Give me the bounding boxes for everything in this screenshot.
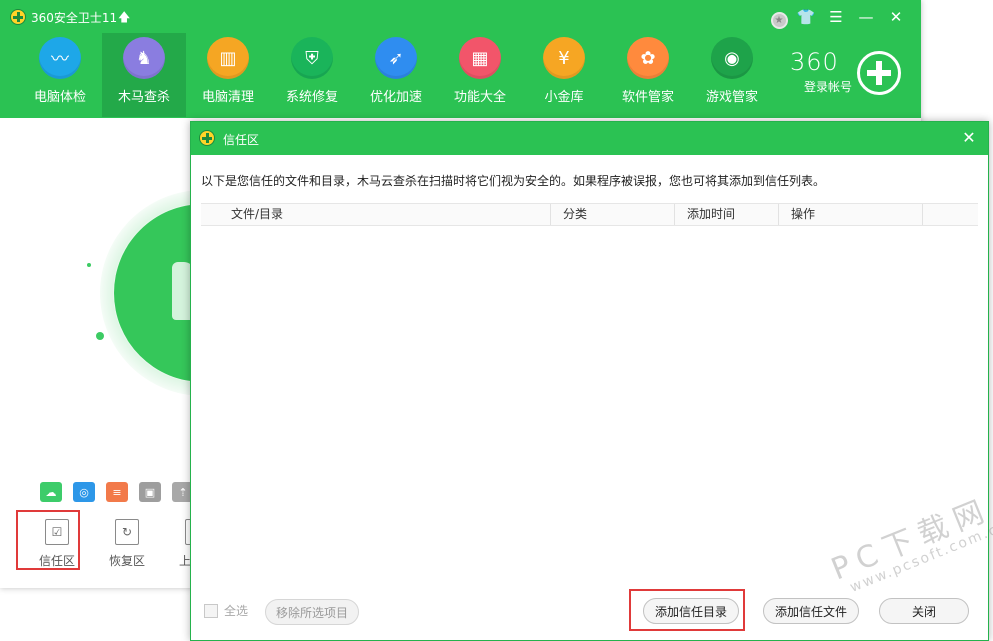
close-button[interactable]: ✕ bbox=[883, 4, 909, 30]
login-area[interactable]: 360 登录帐号 bbox=[790, 48, 860, 95]
restore-icon: ↻ bbox=[115, 519, 139, 545]
nav-label: 木马查杀 bbox=[117, 90, 170, 105]
gamepad-icon: ◉ bbox=[711, 37, 753, 79]
top-bar: 360安全卫士11 🡅 ★ 👕 ☰ — ✕ 〰 电脑体检 ♞ 木马查杀 ▥ 电脑… bbox=[0, 0, 921, 118]
sync-icon[interactable]: ◎ bbox=[73, 482, 95, 502]
remove-selected-button[interactable]: 移除所选项目 bbox=[265, 599, 359, 625]
skin-icon[interactable]: 👕 bbox=[793, 4, 819, 30]
nav-item-checkup[interactable]: 〰 电脑体检 bbox=[18, 33, 102, 117]
main-nav: 〰 电脑体检 ♞ 木马查杀 ▥ 电脑清理 ⛨ 系统修复 ➶ 优化加速 ▦ 功能大… bbox=[18, 33, 774, 117]
shield-icon: ⛨ bbox=[291, 37, 333, 79]
table-header: 文件/目录 分类 添加时间 操作 bbox=[201, 203, 978, 226]
nav-label: 游戏管家 bbox=[705, 90, 758, 105]
column-header-action[interactable]: 操作 bbox=[779, 204, 923, 225]
nav-label: 软件管家 bbox=[621, 90, 674, 105]
nav-item-cleanup[interactable]: ▥ 电脑清理 bbox=[186, 33, 270, 117]
minimize-button[interactable]: — bbox=[853, 4, 879, 30]
column-header-category[interactable]: 分类 bbox=[551, 204, 675, 225]
nav-label: 小金库 bbox=[544, 90, 584, 105]
nav-item-repair[interactable]: ⛨ 系统修复 bbox=[270, 33, 354, 117]
money-bag-icon: ¥ bbox=[543, 37, 585, 79]
medal-icon[interactable]: ★ bbox=[769, 5, 789, 29]
menu-icon[interactable]: ☰ bbox=[823, 4, 849, 30]
decor-dot bbox=[96, 332, 104, 340]
highlight-add-dir bbox=[629, 589, 745, 631]
grid-icon: ▦ bbox=[459, 37, 501, 79]
horse-icon: ♞ bbox=[123, 37, 165, 79]
select-all[interactable]: 全选 bbox=[204, 602, 248, 619]
app-logo-icon bbox=[10, 9, 26, 25]
broom-icon: ▥ bbox=[207, 37, 249, 79]
nav-item-software[interactable]: ✿ 软件管家 bbox=[606, 33, 690, 117]
nav-item-features[interactable]: ▦ 功能大全 bbox=[438, 33, 522, 117]
dialog-title: 信任区 bbox=[223, 133, 260, 147]
list-icon[interactable]: ≡ bbox=[106, 482, 128, 502]
select-all-checkbox[interactable] bbox=[204, 603, 218, 618]
dialog-titlebar: 信任区 ✕ bbox=[191, 122, 988, 155]
select-all-label: 全选 bbox=[224, 604, 249, 618]
tool-restore[interactable]: ↻ 恢复区 bbox=[92, 519, 162, 569]
column-header-file[interactable]: 文件/目录 bbox=[201, 204, 551, 225]
dialog-description: 以下是您信任的文件和目录，木马云查杀在扫描时将它们视为安全的。如果程序被误报，您… bbox=[201, 174, 826, 188]
quick-icons: ☁ ◎ ≡ ▣ ⇡ bbox=[40, 482, 194, 502]
decor-dot bbox=[87, 263, 91, 267]
monitor-icon: 〰 bbox=[39, 37, 81, 79]
login-label: 登录帐号 bbox=[804, 80, 853, 94]
login-plus-icon[interactable] bbox=[857, 51, 901, 95]
nav-label: 优化加速 bbox=[369, 90, 422, 105]
software-icon: ✿ bbox=[627, 37, 669, 79]
highlight-trust-zone bbox=[16, 510, 80, 570]
column-header-time[interactable]: 添加时间 bbox=[675, 204, 779, 225]
rocket-icon: ➶ bbox=[375, 37, 417, 79]
close-dialog-button[interactable]: 关闭 bbox=[879, 598, 969, 624]
tool-label: 恢复区 bbox=[108, 554, 145, 568]
dialog-close-button[interactable]: ✕ bbox=[958, 127, 980, 149]
nav-item-trojan-scan[interactable]: ♞ 木马查杀 bbox=[102, 33, 186, 117]
image-icon[interactable]: ▣ bbox=[139, 482, 161, 502]
app-title: 360安全卫士11 bbox=[31, 11, 118, 25]
nav-label: 功能大全 bbox=[453, 90, 506, 105]
nav-label: 系统修复 bbox=[285, 90, 338, 105]
upgrade-arrow-icon[interactable]: 🡅 bbox=[118, 8, 130, 29]
cloud-icon[interactable]: ☁ bbox=[40, 482, 62, 502]
nav-item-vault[interactable]: ¥ 小金库 bbox=[522, 33, 606, 117]
nav-label: 电脑体检 bbox=[33, 90, 86, 105]
window-controls: ★ 👕 ☰ — ✕ bbox=[769, 4, 909, 30]
nav-label: 电脑清理 bbox=[201, 90, 254, 105]
app-logo-icon bbox=[199, 130, 215, 146]
nav-item-speedup[interactable]: ➶ 优化加速 bbox=[354, 33, 438, 117]
nav-item-games[interactable]: ◉ 游戏管家 bbox=[690, 33, 774, 117]
brand-360: 360 bbox=[790, 48, 839, 76]
